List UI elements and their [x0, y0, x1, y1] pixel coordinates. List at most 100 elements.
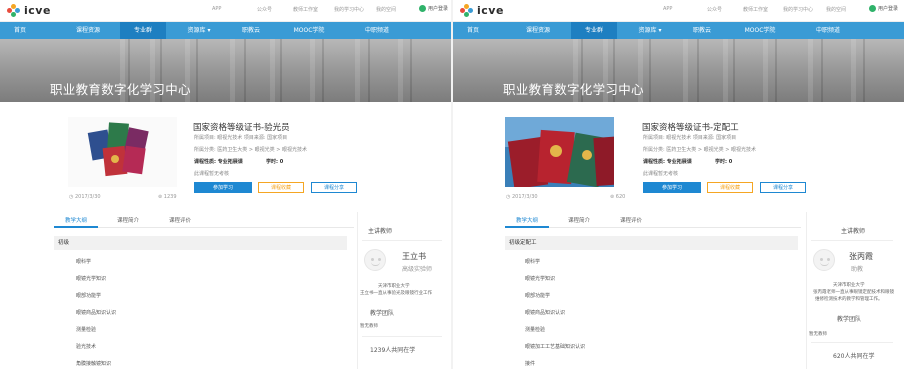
divider [362, 240, 442, 241]
favorite-course-button[interactable]: 课程收藏 [258, 182, 304, 193]
syllabus-item[interactable]: 眼镜加工工艺基础知识认识 [525, 343, 585, 350]
tab-reviews[interactable]: 课程评价 [609, 214, 653, 228]
course-cover-image[interactable] [505, 117, 614, 187]
divider [811, 342, 893, 343]
syllabus-item[interactable]: 测量检验 [525, 326, 545, 333]
share-course-button[interactable]: 课程分享 [311, 182, 357, 193]
chapter-header[interactable]: 初级 [54, 236, 347, 250]
teacher-sidebar: 主讲教师 张丙霞 助教 天津市职业大学 张丙霞老师一直从事眼镜定配技术和眼镜 维… [806, 212, 894, 369]
syllabus-item[interactable]: 眼镜商品知识认识 [525, 309, 565, 316]
syllabus-item[interactable]: 验光技术 [76, 343, 96, 350]
teacher-name[interactable]: 王立书 [402, 251, 426, 262]
user-icon [869, 5, 876, 12]
teacher-studio-link[interactable]: 教师工作室 [293, 6, 318, 13]
view-count: ⊚ 1239 [158, 194, 177, 200]
banner: 职业教育数字化学习中心 [0, 39, 451, 102]
teacher-title: 助教 [851, 266, 864, 273]
banner-title: 职业教育数字化学习中心 [50, 82, 191, 97]
tab-intro[interactable]: 课程简介 [557, 214, 601, 228]
login-button[interactable]: 用户登录 [419, 5, 448, 12]
course-nature: 课程性质: 专业拓展课 [194, 159, 243, 165]
teacher-sidebar: 主讲教师 王立书 高级实验师 天津市职业大学 王立书一直从事验光及眼镜行业工作 … [357, 212, 444, 369]
course-tabs: 教学大纲 课程简介 课程评价 [505, 214, 801, 228]
nav-home[interactable]: 首页 [0, 22, 40, 39]
nav-resource-lib[interactable]: 资源库 ▾ [174, 22, 224, 39]
my-space-link[interactable]: 我的空间 [376, 6, 396, 13]
join-study-button[interactable]: 参加学习 [194, 182, 252, 193]
teacher-desc: 张丙霞老师一直从事眼镜定配技术和眼镜 [813, 290, 894, 295]
nav-specialty[interactable]: 专业群 [120, 22, 166, 39]
teacher-avatar[interactable] [813, 249, 835, 271]
publish-date: ◷ 2017/3/30 [69, 194, 101, 200]
syllabus-item[interactable]: 接件 [525, 360, 535, 367]
publish-date-value: 2017/3/30 [74, 194, 101, 200]
syllabus-item[interactable]: 角膜接触镜知识 [76, 360, 111, 367]
tab-syllabus[interactable]: 教学大纲 [54, 214, 98, 228]
nav-courses[interactable]: 课程资源 [513, 22, 563, 39]
nav-courses[interactable]: 课程资源 [63, 22, 113, 39]
divider [811, 240, 893, 241]
nav-mooc[interactable]: MOOC学院 [731, 22, 789, 39]
join-study-button[interactable]: 参加学习 [643, 182, 701, 193]
nav-home[interactable]: 首页 [453, 22, 493, 39]
publish-date-value: 2017/3/30 [511, 194, 538, 200]
team-title: 教学团队 [837, 316, 862, 323]
share-course-button[interactable]: 课程分享 [760, 182, 806, 193]
login-button[interactable]: 用户登录 [869, 5, 898, 12]
lead-teacher-title: 主讲教师 [841, 228, 866, 235]
logo-text: icve [477, 4, 504, 17]
nav-zjy[interactable]: 职教云 [681, 22, 723, 39]
nav-secondary[interactable]: 中职频道 [801, 22, 855, 39]
course-page-left: icve APP 公众号 教师工作室 我的学习中心 我的空间 用户登录 首页 课… [0, 0, 451, 369]
divider [362, 336, 442, 337]
nav-resource-lib[interactable]: 资源库 ▾ [625, 22, 675, 39]
course-cover-image[interactable] [68, 117, 177, 187]
teacher-avatar[interactable] [364, 249, 386, 271]
tab-reviews[interactable]: 课程评价 [158, 214, 202, 228]
my-space-link[interactable]: 我的空间 [826, 6, 846, 13]
tab-syllabus[interactable]: 教学大纲 [505, 214, 549, 228]
syllabus-item[interactable]: 眼科学 [525, 258, 540, 265]
team-empty: 暂无教师 [809, 332, 827, 337]
syllabus-item[interactable]: 眼部功能学 [76, 292, 101, 299]
logo-text: icve [24, 4, 51, 17]
nav-zjy[interactable]: 职教云 [230, 22, 272, 39]
course-category-meta: 所属分类: 医药卫生大类 > 眼视光类 > 眼视光技术 [643, 147, 757, 153]
team-empty: 暂无教师 [360, 324, 378, 329]
user-icon [419, 5, 426, 12]
teacher-name[interactable]: 张丙霞 [849, 251, 873, 262]
banner: 职业教育数字化学习中心 [453, 39, 904, 102]
syllabus-item[interactable]: 测量检验 [76, 326, 96, 333]
lead-teacher-title: 主讲教师 [368, 228, 393, 235]
top-bar: icve APP 公众号 教师工作室 我的学习中心 我的空间 用户登录 [453, 0, 904, 22]
nav-specialty[interactable]: 专业群 [571, 22, 617, 39]
course-credit: 学时: 0 [266, 159, 284, 165]
syllabus-item[interactable]: 眼镜光学知识 [76, 275, 106, 282]
teacher-studio-link[interactable]: 教师工作室 [743, 6, 768, 13]
course-category-meta: 所属分类: 医药卫生大类 > 眼视光类 > 眼视光技术 [194, 147, 308, 153]
tab-intro[interactable]: 课程简介 [106, 214, 150, 228]
course-credit: 学时: 0 [715, 159, 733, 165]
team-title: 教学团队 [370, 310, 395, 317]
wechat-link[interactable]: 公众号 [707, 6, 722, 13]
favorite-course-button[interactable]: 课程收藏 [707, 182, 753, 193]
view-count-value: 1239 [163, 194, 177, 200]
wechat-link[interactable]: 公众号 [257, 6, 272, 13]
syllabus-item[interactable]: 眼部功能学 [525, 292, 550, 299]
teacher-school: 天津市职业大学 [378, 284, 410, 289]
teacher-title: 高级实验师 [402, 266, 433, 273]
logo-mark-icon [460, 4, 474, 18]
syllabus-item[interactable]: 眼镜商品知识认识 [76, 309, 116, 316]
chapter-header[interactable]: 初级定配工 [505, 236, 798, 250]
my-study-link[interactable]: 我的学习中心 [783, 6, 813, 13]
app-link[interactable]: APP [212, 6, 221, 12]
syllabus-item[interactable]: 眼科学 [76, 258, 91, 265]
app-link[interactable]: APP [663, 6, 672, 12]
course-assessment-hint: 此课程暂无考核 [194, 171, 230, 177]
top-bar: icve APP 公众号 教师工作室 我的学习中心 我的空间 用户登录 [0, 0, 451, 22]
nav-secondary[interactable]: 中职频道 [350, 22, 404, 39]
syllabus-item[interactable]: 眼镜光学知识 [525, 275, 555, 282]
nav-mooc[interactable]: MOOC学院 [280, 22, 338, 39]
my-study-link[interactable]: 我的学习中心 [334, 6, 364, 13]
logo-mark-icon [7, 4, 21, 18]
